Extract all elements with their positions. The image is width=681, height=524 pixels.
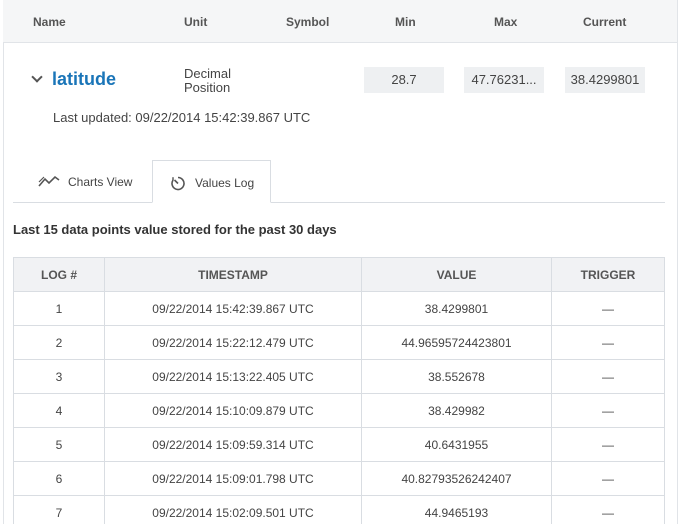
cell-log: 4 <box>13 393 105 428</box>
cell-log: 2 <box>13 325 105 360</box>
table-row: 4 09/22/2014 15:10:09.879 UTC 38.429982 … <box>13 393 665 428</box>
values-log-page: Name Unit Symbol Min Max Current latitud… <box>0 0 681 524</box>
cell-value: 38.4299801 <box>361 291 552 326</box>
cell-value: 44.96595724423801 <box>361 325 552 360</box>
column-header-name[interactable]: Name <box>33 15 66 29</box>
cell-value: 38.552678 <box>361 359 552 394</box>
section-title: Last 15 data points value stored for the… <box>13 222 337 237</box>
property-unit-line1: Decimal <box>184 66 231 81</box>
property-min-value: 28.7 <box>364 67 444 93</box>
cell-timestamp: 09/22/2014 15:09:01.798 UTC <box>104 461 362 496</box>
tab-charts-view[interactable]: Charts View <box>13 160 152 203</box>
column-header-current[interactable]: Current <box>583 15 626 29</box>
cell-trigger: — <box>551 461 665 496</box>
cell-trigger: — <box>551 291 665 326</box>
cell-value: 40.82793526242407 <box>361 461 552 496</box>
table-row: 5 09/22/2014 15:09:59.314 UTC 40.6431955… <box>13 427 665 462</box>
cell-trigger: — <box>551 359 665 394</box>
property-table-header: Name Unit Symbol Min Max Current <box>3 0 678 43</box>
chevron-down-icon[interactable] <box>31 71 43 83</box>
property-unit-line2: Position <box>184 80 231 95</box>
cell-trigger: — <box>551 495 665 524</box>
column-header-trigger[interactable]: TRIGGER <box>551 257 665 292</box>
cell-log: 3 <box>13 359 105 394</box>
cell-timestamp: 09/22/2014 15:10:09.879 UTC <box>104 393 362 428</box>
cell-timestamp: 09/22/2014 15:22:12.479 UTC <box>104 325 362 360</box>
cell-log: 7 <box>13 495 105 524</box>
property-max-value: 47.76231... <box>464 67 544 93</box>
column-header-max[interactable]: Max <box>494 15 517 29</box>
cell-log: 5 <box>13 427 105 462</box>
cell-value: 40.6431955 <box>361 427 552 462</box>
column-header-log[interactable]: LOG # <box>13 257 105 292</box>
panel-border-left <box>3 42 4 524</box>
column-header-value[interactable]: VALUE <box>361 257 552 292</box>
timer-icon <box>170 175 186 194</box>
property-current-value: 38.4299801 <box>565 67 645 93</box>
column-header-min[interactable]: Min <box>395 15 416 29</box>
table-row: 6 09/22/2014 15:09:01.798 UTC 40.8279352… <box>13 461 665 496</box>
last-updated-text: Last updated: 09/22/2014 15:42:39.867 UT… <box>53 110 311 125</box>
cell-log: 6 <box>13 461 105 496</box>
cell-timestamp: 09/22/2014 15:02:09.501 UTC <box>104 495 362 524</box>
cell-value: 44.9465193 <box>361 495 552 524</box>
table-row: 1 09/22/2014 15:42:39.867 UTC 38.4299801… <box>13 291 665 326</box>
property-name-link[interactable]: latitude <box>52 69 116 90</box>
column-header-unit[interactable]: Unit <box>184 15 207 29</box>
property-unit: Decimal Position <box>184 67 264 95</box>
cell-timestamp: 09/22/2014 15:42:39.867 UTC <box>104 291 362 326</box>
tab-values-log[interactable]: Values Log <box>152 160 271 203</box>
cell-timestamp: 09/22/2014 15:09:59.314 UTC <box>104 427 362 462</box>
table-header-row: LOG # TIMESTAMP VALUE TRIGGER <box>13 257 665 292</box>
cell-trigger: — <box>551 393 665 428</box>
cell-value: 38.429982 <box>361 393 552 428</box>
values-log-table: LOG # TIMESTAMP VALUE TRIGGER 1 09/22/20… <box>13 257 665 524</box>
cell-timestamp: 09/22/2014 15:13:22.405 UTC <box>104 359 362 394</box>
line-chart-icon <box>38 174 60 191</box>
tab-values-log-label: Values Log <box>195 176 255 190</box>
column-header-symbol[interactable]: Symbol <box>286 15 329 29</box>
panel-border-right <box>677 0 678 524</box>
cell-trigger: — <box>551 427 665 462</box>
table-row: 2 09/22/2014 15:22:12.479 UTC 44.9659572… <box>13 325 665 360</box>
tab-charts-view-label: Charts View <box>68 175 133 189</box>
cell-trigger: — <box>551 325 665 360</box>
table-row: 3 09/22/2014 15:13:22.405 UTC 38.552678 … <box>13 359 665 394</box>
table-row: 7 09/22/2014 15:02:09.501 UTC 44.9465193… <box>13 495 665 524</box>
cell-log: 1 <box>13 291 105 326</box>
column-header-timestamp[interactable]: TIMESTAMP <box>104 257 362 292</box>
